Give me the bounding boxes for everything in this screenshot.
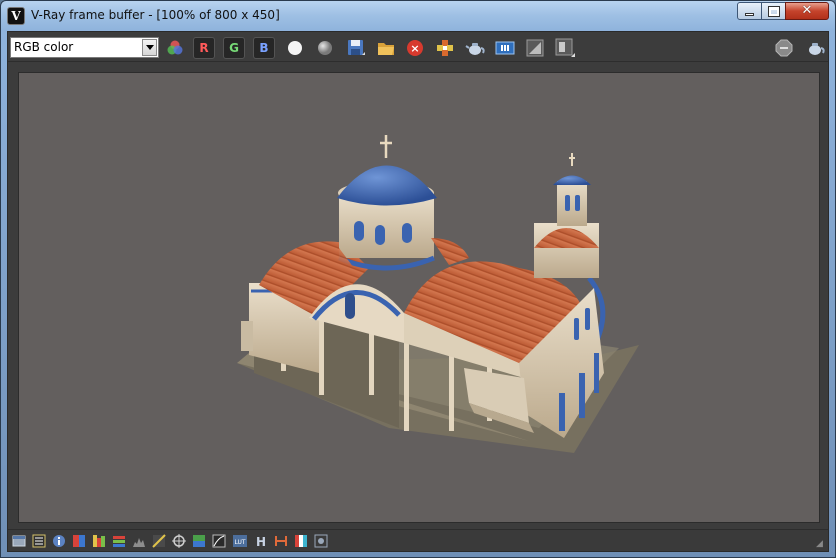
save-icon[interactable] (345, 37, 367, 59)
maximize-button[interactable] (761, 2, 786, 20)
teapot-render-last-icon[interactable] (804, 37, 826, 59)
hsv-icon[interactable] (274, 533, 288, 547)
close-button[interactable]: ✕ (785, 2, 829, 20)
color-wheel-icon[interactable] (164, 37, 186, 59)
channel-select[interactable]: RGB color (10, 37, 159, 58)
open-folder-icon[interactable] (375, 37, 397, 59)
compare-b-icon[interactable] (554, 37, 576, 59)
rgb-icon[interactable] (294, 533, 308, 547)
histogram-icon[interactable] (132, 533, 146, 547)
stop-render-icon[interactable] (773, 37, 795, 59)
info-icon[interactable] (52, 533, 66, 547)
title-bar[interactable]: V V-Ray frame buffer - [100% of 800 x 45… (1, 1, 835, 31)
white-circle-icon[interactable] (284, 37, 306, 59)
red-channel-button[interactable]: R (193, 37, 215, 59)
graph-icon[interactable] (212, 533, 226, 548)
svg-text:H: H (256, 535, 266, 548)
color-correction-icon[interactable] (72, 533, 86, 547)
chevron-down-icon[interactable] (142, 39, 157, 56)
settings-icon[interactable] (314, 533, 328, 548)
maximize-icon (767, 5, 780, 17)
history-icon[interactable] (32, 533, 46, 548)
close-icon: ✕ (801, 3, 813, 18)
teapot-render-icon[interactable] (464, 37, 486, 59)
channel-select-value: RGB color (14, 40, 74, 54)
rendered-church-image (237, 135, 639, 453)
compare-a-icon[interactable] (524, 37, 546, 59)
blue-channel-button[interactable]: B (253, 37, 275, 59)
window-title: V-Ray frame buffer - [100% of 800 x 450] (31, 8, 280, 22)
gray-circle-icon[interactable] (314, 37, 336, 59)
window-icon[interactable] (12, 533, 26, 547)
region-render-icon[interactable] (494, 37, 516, 59)
minimize-button[interactable] (737, 2, 762, 20)
vray-app-icon[interactable]: V (7, 7, 25, 25)
curves-icon[interactable] (112, 533, 126, 547)
levels-icon[interactable] (92, 533, 106, 547)
minimize-icon (745, 12, 754, 16)
exposure-icon[interactable] (172, 533, 186, 548)
vray-frame-buffer-window: V V-Ray frame buffer - [100% of 800 x 45… (0, 0, 836, 558)
lut-text-icon[interactable]: LUT (232, 533, 248, 547)
clear-image-icon[interactable]: × (404, 37, 426, 59)
track-mouse-icon[interactable] (434, 37, 456, 59)
gamma-icon[interactable] (152, 533, 166, 548)
toolbar: RGB color R G B × (8, 32, 828, 62)
h-icon[interactable]: H (254, 533, 268, 549)
caption-buttons: ✕ (737, 2, 829, 22)
resize-grip-icon[interactable]: ◢ (816, 539, 826, 549)
lut-icon[interactable] (192, 533, 206, 547)
green-channel-button[interactable]: G (223, 37, 245, 59)
status-bar: LUT H ◢ (8, 529, 828, 551)
svg-text:×: × (410, 42, 419, 55)
svg-text:LUT: LUT (234, 539, 245, 546)
render-viewport[interactable] (18, 72, 820, 523)
client-area: RGB color R G B × LUT H ◢ (7, 31, 829, 552)
